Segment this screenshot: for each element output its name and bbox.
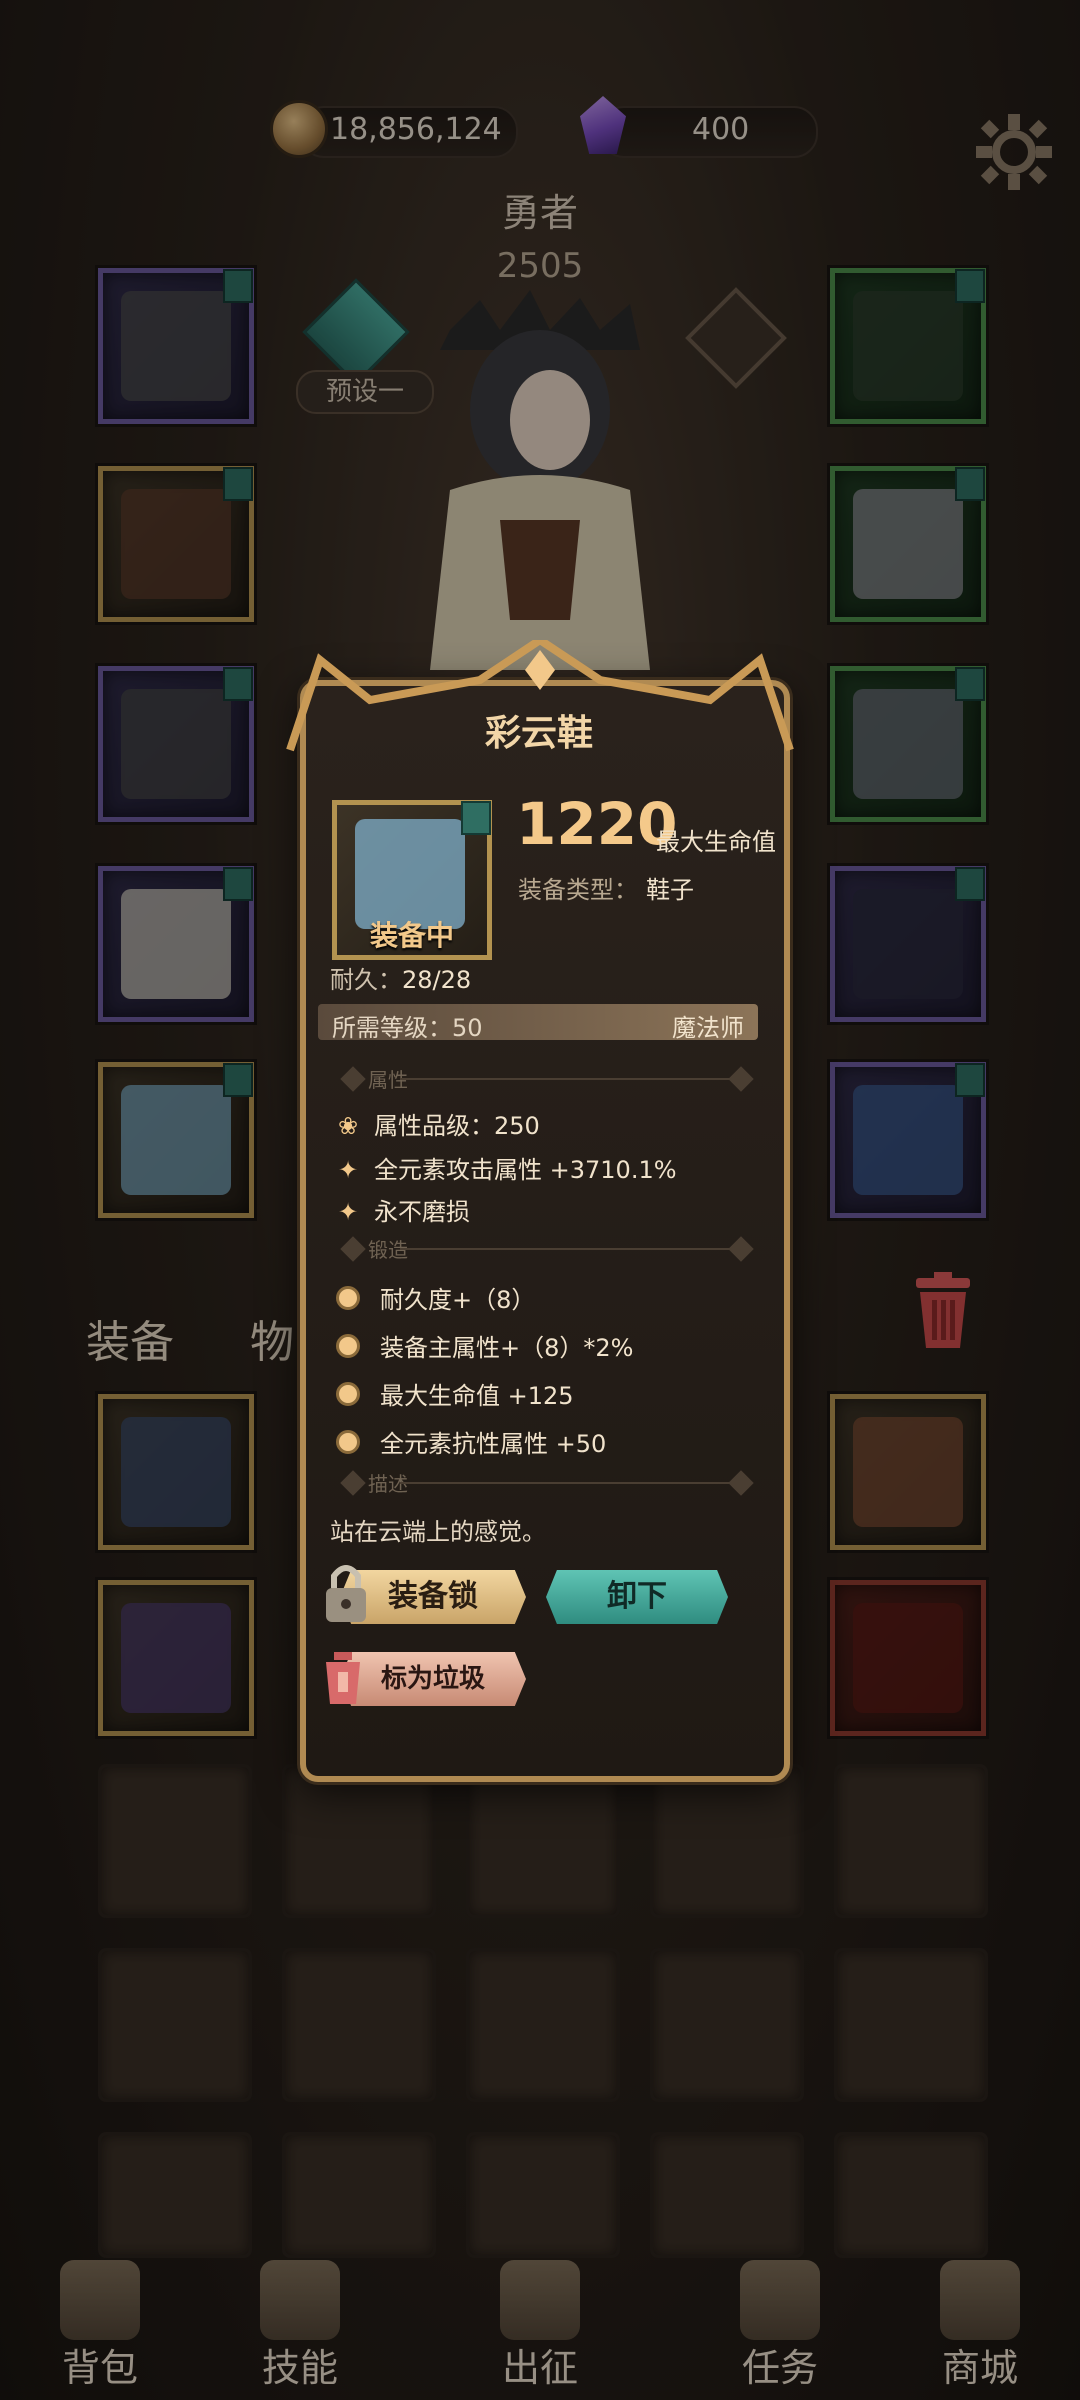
lotus-icon: ❀ (337, 1112, 359, 1140)
lantern-icon (326, 1652, 360, 1704)
durability: 耐久：28/28 (330, 966, 472, 994)
attr-element-attack: ✦ 全元素攻击属性 +3710.1% (337, 1156, 677, 1184)
forge-dot-icon (336, 1430, 360, 1454)
item-description: 站在云端上的感觉。 (330, 1518, 546, 1546)
section-forge: 锻造 (330, 1234, 754, 1264)
equipped-badge: 装备中 (369, 919, 454, 952)
attr-unbreakable: ✦ 永不磨损 (337, 1198, 470, 1226)
forge-dot-icon (336, 1382, 360, 1406)
item-name: 彩云鞋 (484, 713, 593, 754)
section-description: 描述 (330, 1468, 754, 1498)
required-class: 魔法师 (672, 1014, 744, 1042)
forge-dot-icon (336, 1286, 360, 1310)
forge-line: 耐久度+（8） (336, 1280, 535, 1315)
lock-icon (326, 1565, 366, 1622)
forge-line: 全元素抗性属性 +50 (336, 1424, 606, 1459)
sparkle-icon: ✦ (337, 1156, 359, 1184)
main-stat-label: 最大生命值 (656, 828, 776, 856)
forge-line: 最大生命值 +125 (336, 1376, 574, 1411)
main-stat-value: 1220 (516, 790, 678, 858)
unequip-button[interactable]: 卸下 (546, 1570, 728, 1624)
attr-grade: ❀ 属性品级：250 (337, 1112, 540, 1140)
forge-dot-icon (336, 1334, 360, 1358)
required-level: 所需等级：50 (332, 1014, 483, 1042)
section-attributes: 属性 (330, 1064, 754, 1094)
equip-type: 装备类型： 鞋子 (518, 876, 694, 904)
forge-line: 装备主属性+（8）*2% (336, 1328, 633, 1363)
sparkle-icon: ✦ (337, 1198, 359, 1226)
